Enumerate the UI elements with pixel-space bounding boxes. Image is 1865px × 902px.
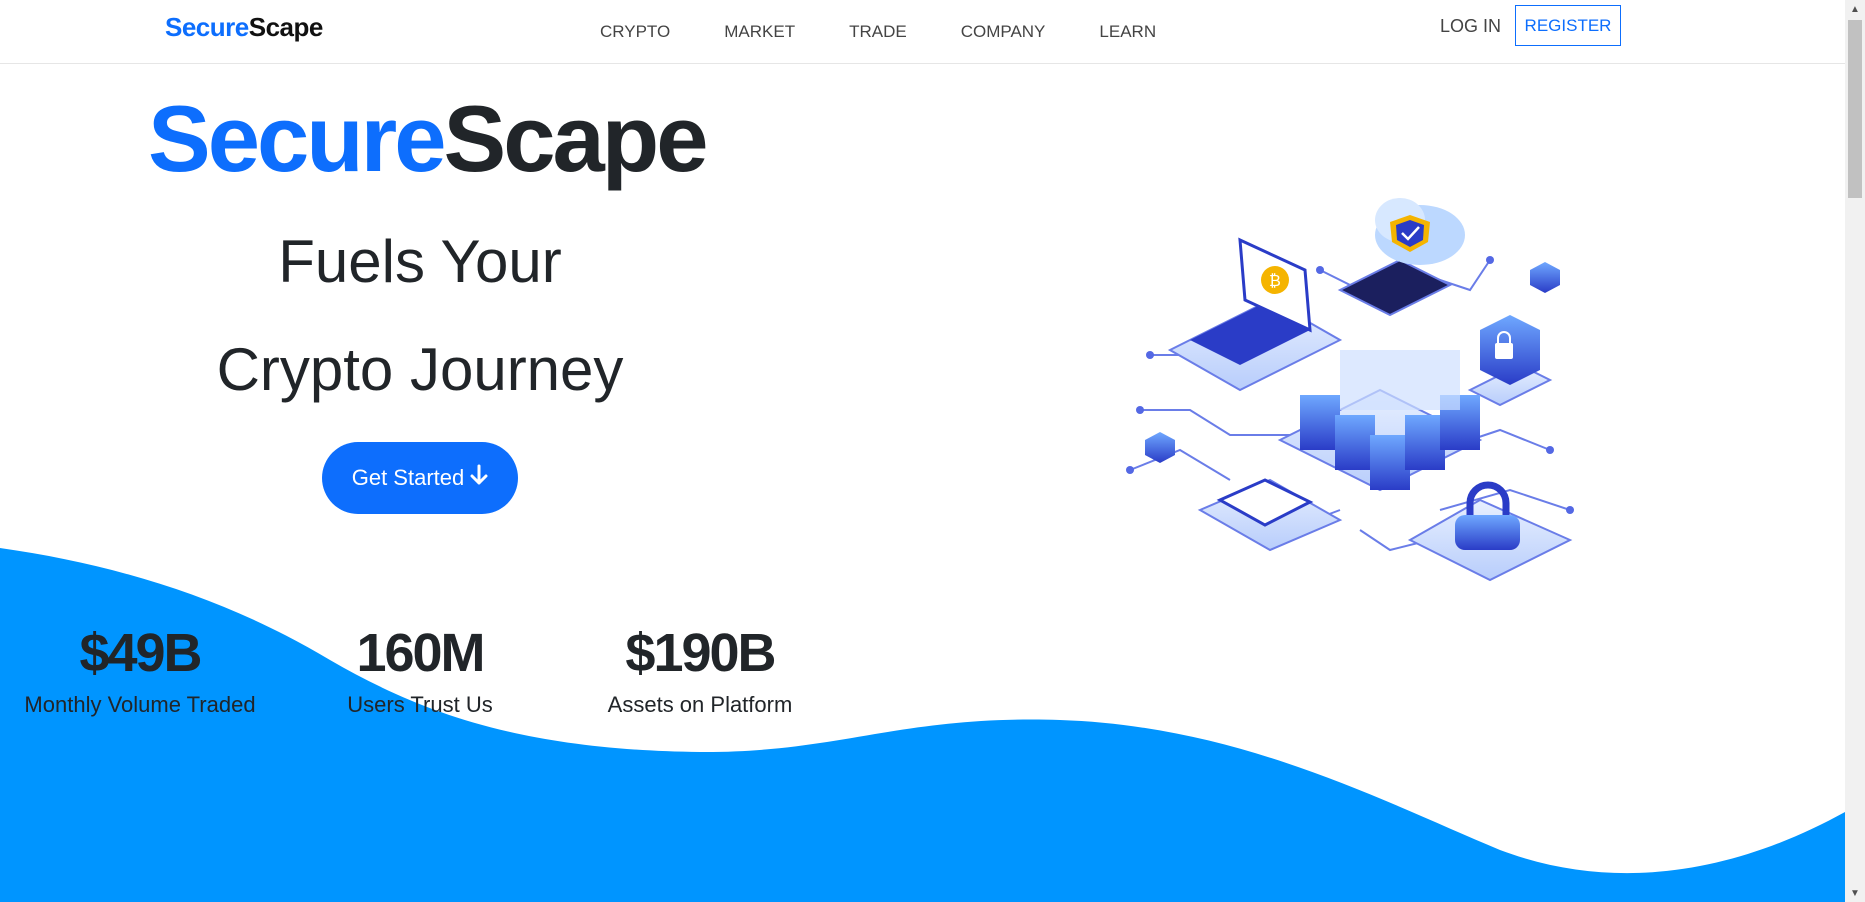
arrow-down-icon <box>470 464 488 492</box>
brand-logo-part1: Secure <box>165 12 249 42</box>
nav-link-market[interactable]: MARKET <box>724 22 795 42</box>
stat-value: $49B <box>79 623 202 683</box>
hero-tagline-line1: Fuels Your <box>278 228 562 295</box>
stat-label: Monthly Volume Traded <box>24 692 256 717</box>
scroll-down-arrow-icon[interactable]: ▼ <box>1845 884 1865 902</box>
register-button[interactable]: REGISTER <box>1515 5 1621 46</box>
hero-title-part2: Scape <box>443 86 709 191</box>
top-navbar: SecureScape CRYPTO MARKET TRADE COMPANY … <box>0 0 1845 64</box>
stat-label: Assets on Platform <box>607 692 793 717</box>
brand-logo[interactable]: SecureScape <box>165 12 323 43</box>
vertical-scrollbar[interactable]: ▲ ▼ <box>1845 0 1865 902</box>
hero-title: SecureScape <box>148 92 708 186</box>
hero-title-part1: Secure <box>148 86 447 191</box>
nav-link-company[interactable]: COMPANY <box>961 22 1046 42</box>
scrollbar-thumb[interactable] <box>1848 20 1862 198</box>
scroll-up-arrow-icon[interactable]: ▲ <box>1845 0 1865 18</box>
nav-link-learn[interactable]: LEARN <box>1099 22 1156 42</box>
stat-value: $190B <box>625 623 776 683</box>
crypto-security-illustration: ₿ <box>1126 198 1574 582</box>
nav-link-trade[interactable]: TRADE <box>849 22 907 42</box>
get-started-button[interactable]: Get Started <box>322 442 518 514</box>
get-started-label: Get Started <box>351 465 465 490</box>
stat-value: 160M <box>356 623 485 683</box>
hero-tagline-line2: Crypto Journey <box>216 336 624 403</box>
stat-users: 160M Users Trust Us <box>280 620 560 718</box>
nav-links: CRYPTO MARKET TRADE COMPANY LEARN <box>600 0 1210 63</box>
nav-link-crypto[interactable]: CRYPTO <box>600 22 670 42</box>
stat-assets: $190B Assets on Platform <box>560 620 840 718</box>
stat-label: Users Trust Us <box>347 692 493 717</box>
login-link[interactable]: LOG IN <box>1440 16 1501 37</box>
brand-logo-part2: Scape <box>248 12 324 42</box>
svg-text:₿: ₿ <box>1269 271 1281 290</box>
stat-monthly-volume: $49B Monthly Volume Traded <box>0 620 280 718</box>
